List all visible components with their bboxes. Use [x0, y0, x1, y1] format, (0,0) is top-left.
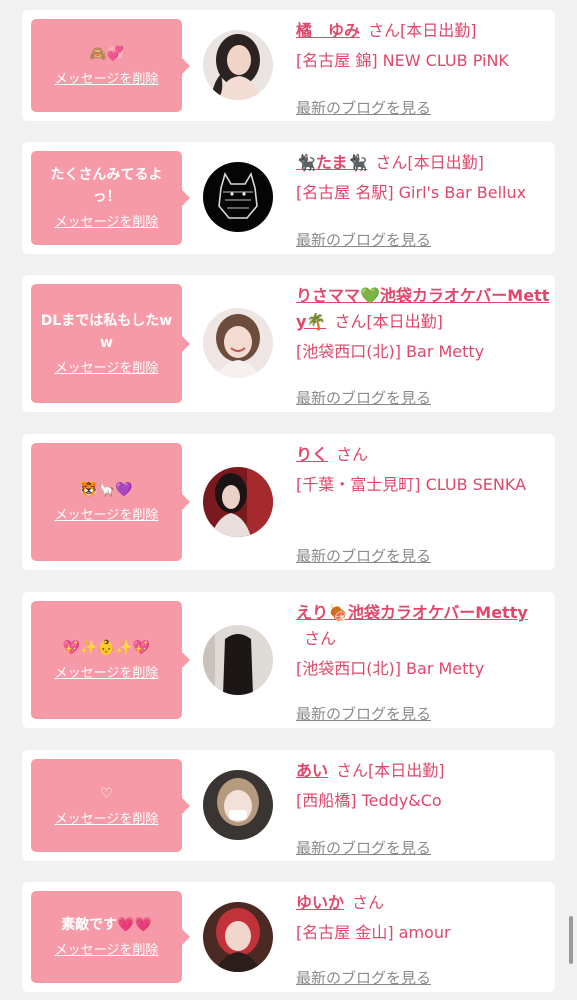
work-status: [本日出勤] — [366, 312, 443, 331]
san-label: さん — [336, 761, 369, 780]
message-card: たくさんみてるよっ！ メッセージを削除 🐈‍⬛たま🐈‍⬛ さん[本日出勤] [名古… — [22, 142, 555, 254]
delete-message-link[interactable]: メッセージを削除 — [55, 665, 159, 683]
message-bubble: 🐯🦙💜 メッセージを削除 — [31, 443, 190, 561]
message-card: 💖✨👶✨💖 メッセージを削除 えり🍖池袋カラオケバーMetty さん [池袋西口(… — [22, 592, 555, 728]
shop-name: [千葉・富士見町] CLUB SENKA — [296, 475, 527, 494]
cast-name-link[interactable]: 橘 ゆみ — [296, 21, 360, 40]
blog-link[interactable]: 最新のブログを見る — [296, 98, 431, 118]
message-text: DLまでは私もしたww — [40, 312, 173, 351]
avatar-woman-dark-hair-image — [203, 30, 273, 100]
shop-name: [西船橋] Teddy&Co — [296, 791, 442, 810]
san-label: さん — [375, 153, 408, 172]
message-card: 素敵です💗💗 メッセージを削除 ゆいか さん [名古屋 金山] amour 最新の… — [22, 882, 555, 992]
shop-name: [池袋西口(北)] Bar Metty — [296, 659, 485, 678]
delete-message-link[interactable]: メッセージを削除 — [55, 214, 159, 232]
san-label: さん — [352, 893, 385, 912]
cast-name-link[interactable]: ゆいか — [296, 893, 344, 912]
cast-info: ゆいか さん [名古屋 金山] amour 最新のブログを見る — [296, 890, 551, 988]
delete-message-link[interactable]: メッセージを削除 — [55, 811, 159, 829]
cast-name-link[interactable]: えり🍖池袋カラオケバーMetty — [296, 603, 528, 622]
avatar[interactable] — [203, 902, 273, 972]
shop-name: [名古屋 錦] NEW CLUB PiNK — [296, 51, 509, 70]
san-label: さん — [334, 312, 367, 331]
avatar[interactable] — [203, 467, 273, 537]
blog-link[interactable]: 最新のブログを見る — [296, 546, 431, 566]
scrollbar[interactable] — [569, 916, 573, 964]
shop-name: [池袋西口(北)] Bar Metty — [296, 342, 485, 361]
blog-link[interactable]: 最新のブログを見る — [296, 388, 431, 408]
avatar[interactable] — [203, 162, 273, 232]
avatar-woman-long-hair-back-image — [203, 625, 273, 695]
san-label: さん — [336, 445, 369, 464]
cast-info: りさママ💚池袋カラオケバーMetty🌴 さん[本日出勤] [池袋西口(北)] Ba… — [296, 283, 551, 408]
message-text: ♡ — [100, 785, 113, 802]
message-bubble: 素敵です💗💗 メッセージを削除 — [31, 891, 190, 983]
cast-info: りく さん [千葉・富士見町] CLUB SENKA 最新のブログを見る — [296, 442, 551, 566]
message-list: 🙈💞 メッセージを削除 橘 ゆみ さん[本日出勤] [名古屋 錦] NEW CLU… — [0, 0, 577, 1000]
avatar[interactable] — [203, 625, 273, 695]
cast-info: 橘 ゆみ さん[本日出勤] [名古屋 錦] NEW CLUB PiNK 最新のブロ… — [296, 18, 551, 118]
delete-message-link[interactable]: メッセージを削除 — [55, 360, 159, 378]
message-text: たくさんみてるよっ！ — [50, 167, 163, 205]
message-card: DLまでは私もしたww メッセージを削除 りさママ💚池袋カラオケバーMetty🌴… — [22, 275, 555, 412]
avatar[interactable] — [203, 770, 273, 840]
message-bubble: 🙈💞 メッセージを削除 — [31, 19, 190, 112]
work-status: [本日出勤] — [407, 153, 484, 172]
work-status: [本日出勤] — [400, 21, 477, 40]
delete-message-link[interactable]: メッセージを削除 — [55, 507, 159, 525]
cast-info: あい さん[本日出勤] [西船橋] Teddy&Co 最新のブログを見る — [296, 758, 551, 858]
message-text: 🐯🦙💜 — [80, 482, 133, 498]
cast-name-link[interactable]: 🐈‍⬛たま🐈‍⬛ — [296, 153, 367, 172]
message-text: 素敵です💗💗 — [61, 917, 152, 933]
message-card: 🙈💞 メッセージを削除 橘 ゆみ さん[本日出勤] [名古屋 錦] NEW CLU… — [22, 10, 555, 121]
cast-name-link[interactable]: あい — [296, 761, 328, 780]
message-text: 💖✨👶✨💖 — [62, 640, 151, 656]
avatar-cat-drawing-image — [203, 162, 273, 232]
avatar-woman-smiling-image — [203, 308, 273, 378]
blog-link[interactable]: 最新のブログを見る — [296, 230, 431, 250]
avatar-woman-blonde-image — [203, 770, 273, 840]
avatar[interactable] — [203, 30, 273, 100]
avatar-woman-red-hair-image — [203, 902, 273, 972]
shop-name: [名古屋 金山] amour — [296, 923, 451, 942]
message-card: 🐯🦙💜 メッセージを削除 りく さん [千葉・富士見町] CLUB SENKA 最… — [22, 434, 555, 570]
shop-name: [名古屋 名駅] Girl's Bar Bellux — [296, 183, 527, 202]
work-status: [本日出勤] — [368, 761, 445, 780]
blog-link[interactable]: 最新のブログを見る — [296, 968, 431, 988]
san-label: さん — [368, 21, 401, 40]
avatar[interactable] — [203, 308, 273, 378]
delete-message-link[interactable]: メッセージを削除 — [55, 942, 159, 960]
blog-link[interactable]: 最新のブログを見る — [296, 704, 431, 724]
blog-link[interactable]: 最新のブログを見る — [296, 838, 431, 858]
avatar-woman-red-room-image — [203, 467, 273, 537]
cast-info: 🐈‍⬛たま🐈‍⬛ さん[本日出勤] [名古屋 名駅] Girl's Bar Bel… — [296, 150, 551, 250]
cast-info: えり🍖池袋カラオケバーMetty さん [池袋西口(北)] Bar Metty 最… — [296, 600, 551, 724]
message-text: 🙈💞 — [89, 45, 124, 62]
message-bubble: 💖✨👶✨💖 メッセージを削除 — [31, 601, 190, 719]
message-bubble: たくさんみてるよっ！ メッセージを削除 — [31, 151, 190, 245]
message-card: ♡ メッセージを削除 あい さん[本日出勤] [西船橋] Teddy&Co 最新の… — [22, 750, 555, 861]
message-bubble: ♡ メッセージを削除 — [31, 759, 190, 852]
san-label: さん — [304, 629, 337, 648]
delete-message-link[interactable]: メッセージを削除 — [55, 71, 159, 89]
message-bubble: DLまでは私もしたww メッセージを削除 — [31, 284, 190, 403]
cast-name-link[interactable]: りく — [296, 445, 328, 464]
